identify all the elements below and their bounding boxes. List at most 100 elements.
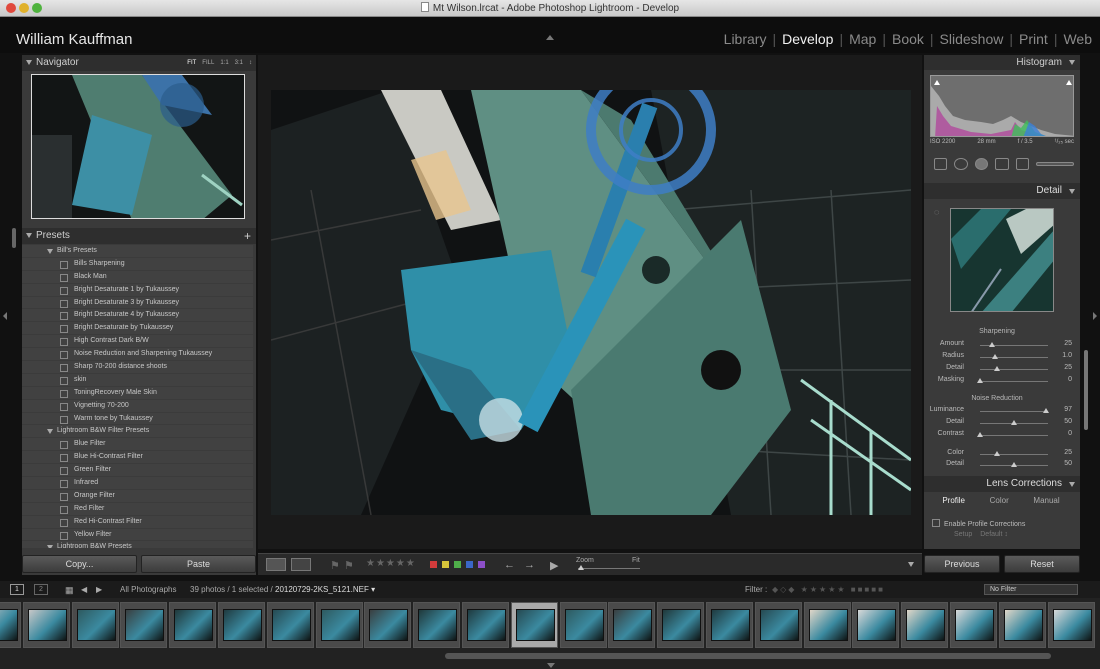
preset-folder[interactable]: Lightroom B&W Filter Presets [22, 425, 253, 439]
preset-item[interactable]: Yellow Filter [22, 529, 253, 542]
collapse-filmstrip-icon[interactable] [547, 663, 555, 668]
module-web[interactable]: Web [1063, 31, 1092, 47]
slider-value[interactable]: 0 [1068, 376, 1072, 383]
module-develop[interactable]: Develop [782, 31, 833, 47]
preset-item[interactable]: Orange Filter [22, 490, 253, 503]
navigator-preview[interactable] [31, 74, 245, 219]
crop-tool-icon[interactable] [934, 158, 948, 170]
navigator-zoom-option[interactable]: FILL [202, 55, 214, 71]
slider-detail[interactable]: Detail 50 [930, 418, 1072, 429]
slider-luminance[interactable]: Luminance 97 [930, 406, 1072, 417]
navigator-zoom-menu-icon[interactable]: ↕ [249, 55, 252, 71]
filmstrip-thumbnail[interactable] [364, 602, 412, 648]
slider-knob[interactable] [977, 431, 983, 437]
filmstrip-thumbnail[interactable] [510, 602, 558, 648]
lens-corrections-header[interactable]: Lens Corrections [924, 476, 1080, 492]
preset-item[interactable]: Infrared [22, 477, 253, 490]
slider-masking[interactable]: Masking 0 [930, 376, 1072, 387]
module-library[interactable]: Library [724, 31, 767, 47]
slider-value[interactable]: 25 [1064, 340, 1072, 347]
enable-profile-corrections-checkbox[interactable]: Enable Profile Corrections [932, 519, 1025, 528]
zoom-window-button[interactable] [32, 3, 42, 13]
presets-header[interactable]: Presets + [22, 228, 256, 244]
collapse-right-panel-icon[interactable] [1093, 312, 1097, 320]
star-rating[interactable]: ★★★★★ [366, 558, 416, 569]
setup-select[interactable]: Default ↕ [980, 531, 1008, 538]
preset-item[interactable]: ToningRecovery Male Skin [22, 387, 253, 400]
lens-tab-color[interactable]: Color [990, 496, 1009, 505]
slider-value[interactable]: 0 [1068, 430, 1072, 437]
radial-filter-icon[interactable] [1015, 158, 1029, 170]
copy-settings-button[interactable]: Copy... [22, 555, 137, 573]
close-window-button[interactable] [6, 3, 16, 13]
preset-item[interactable]: Green Filter [22, 464, 253, 478]
slider-color[interactable]: Color 25 [930, 449, 1072, 460]
detail-header[interactable]: Detail [924, 183, 1080, 199]
slider-track[interactable] [980, 411, 1048, 412]
disclosure-triangle-icon[interactable] [26, 60, 32, 65]
forward-arrow-icon[interactable]: ▶ [96, 585, 102, 594]
filmstrip-thumbnail[interactable] [852, 602, 900, 648]
slider-value[interactable]: 25 [1064, 449, 1072, 456]
color-label-swatch[interactable] [478, 561, 485, 568]
filmstrip-thumbnail[interactable] [413, 602, 461, 648]
slider-knob[interactable] [994, 366, 1000, 371]
filter-flags[interactable]: ◆◇◆ ★★★★★ ■■■■■ [772, 585, 885, 594]
navigator-zoom-option[interactable]: 1:1 [220, 55, 228, 71]
preset-item[interactable]: Red Hi-Contrast Filter [22, 516, 253, 529]
add-preset-button[interactable]: + [244, 228, 251, 244]
lens-tab-profile[interactable]: Profile [942, 496, 965, 505]
slider-track[interactable] [980, 453, 1048, 455]
target-adjustment-icon[interactable]: ◌ [934, 207, 939, 217]
disclosure-triangle-icon[interactable] [26, 233, 32, 238]
color-label-swatch[interactable] [466, 561, 473, 568]
slider-knob[interactable] [1042, 408, 1049, 413]
module-map[interactable]: Map [849, 31, 876, 47]
preset-item[interactable]: Red Filter [22, 503, 253, 516]
zoom-slider-track[interactable] [578, 568, 640, 569]
lens-tab-manual[interactable]: Manual [1033, 496, 1059, 505]
preset-item[interactable]: Vignetting 70-200 [22, 400, 253, 413]
disclosure-triangle-icon[interactable] [1069, 60, 1075, 65]
filmstrip-thumbnail[interactable] [706, 602, 753, 648]
loupe-view-button[interactable] [266, 558, 286, 571]
main-photo[interactable] [271, 90, 911, 515]
preset-item[interactable]: Bright Desaturate 4 by Tukaussey [22, 309, 253, 323]
detail-preview[interactable] [950, 208, 1054, 312]
toolbar-menu-icon[interactable] [908, 562, 914, 567]
filmstrip-thumbnail[interactable] [0, 602, 21, 648]
slider-track[interactable] [980, 357, 1048, 358]
filmstrip-thumbnail[interactable] [901, 602, 949, 648]
reset-button[interactable]: Reset [1004, 555, 1080, 573]
disclosure-triangle-icon[interactable] [1069, 482, 1075, 487]
navigator-zoom-option[interactable]: FIT [187, 55, 196, 71]
slider-value[interactable]: 1.0 [1062, 352, 1072, 359]
slider-value[interactable]: 50 [1064, 418, 1072, 425]
preset-item[interactable]: Bright Desaturate by Tukaussey [22, 322, 253, 336]
filmstrip-thumbnail[interactable] [71, 602, 119, 648]
slider-track[interactable] [980, 434, 1048, 436]
back-arrow-icon[interactable]: ◀ [81, 585, 87, 594]
left-panel-scrollbar[interactable] [12, 228, 16, 248]
right-panel-scrollbar[interactable] [1084, 350, 1088, 430]
slider-knob[interactable] [1011, 420, 1017, 425]
slider-contrast[interactable]: Contrast 0 [930, 430, 1072, 441]
filmstrip-thumbnail[interactable] [266, 602, 314, 648]
play-slideshow-icon[interactable]: ▶ [550, 559, 558, 572]
disclosure-triangle-icon[interactable] [1069, 189, 1075, 194]
module-print[interactable]: Print [1019, 31, 1048, 47]
module-book[interactable]: Book [892, 31, 924, 47]
preset-item[interactable]: Bright Desaturate 1 by Tukaussey [22, 284, 253, 297]
flag-icon[interactable]: ⚑ [330, 559, 340, 572]
preset-item[interactable]: Bills Sharpening [22, 258, 253, 271]
filmstrip-thumbnail[interactable] [754, 602, 802, 648]
preset-item[interactable]: skin [22, 374, 253, 387]
slider-track[interactable] [980, 381, 1048, 382]
histogram-header[interactable]: Histogram [924, 55, 1080, 70]
minimize-window-button[interactable] [19, 3, 29, 13]
color-label-swatch[interactable] [454, 561, 461, 568]
slider-radius[interactable]: Radius 1.0 [930, 352, 1072, 363]
filmstrip-thumbnail[interactable] [315, 602, 363, 648]
grid-view-icon[interactable]: ▦ [65, 585, 74, 596]
previous-photo-icon[interactable]: ← [504, 559, 515, 571]
